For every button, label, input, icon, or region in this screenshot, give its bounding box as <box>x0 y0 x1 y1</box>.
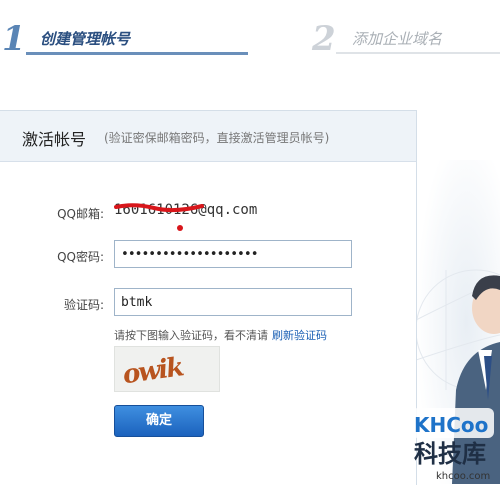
step-2: 2 添加企业域名 <box>310 19 500 59</box>
password-label: QQ密码: <box>57 250 104 264</box>
step-1: 1 创建管理帐号 <box>0 19 248 59</box>
captcha-image-text: owik <box>121 352 185 390</box>
panel-header: 激活帐号 (验证密保邮箱密码，直接激活管理员帐号) <box>0 111 416 162</box>
captcha-image: owik <box>114 346 220 392</box>
panel-subtitle: (验证密保邮箱密码，直接激活管理员帐号) <box>104 131 330 145</box>
step-1-underline <box>26 52 248 55</box>
site-watermark: KHCoo 科技库 khcoo.com <box>392 404 500 484</box>
panel-title: 激活帐号 <box>22 130 87 149</box>
email-label: QQ邮箱: <box>57 207 104 221</box>
watermark-logo-text: KHCoo <box>414 413 488 437</box>
redaction-scribble <box>114 199 204 231</box>
step-2-number: 2 <box>312 19 336 59</box>
activate-account-panel: 激活帐号 (验证密保邮箱密码，直接激活管理员帐号) QQ邮箱: 16016101… <box>0 110 417 485</box>
captcha-hint: 请按下图输入验证码，看不清请 刷新验证码 <box>114 327 327 343</box>
password-field[interactable] <box>114 240 352 268</box>
watermark-url: khcoo.com <box>436 471 490 482</box>
step-2-label: 添加企业域名 <box>352 30 443 48</box>
captcha-label: 验证码: <box>63 298 104 312</box>
step-1-number: 1 <box>2 19 26 59</box>
refresh-captcha-link[interactable]: 刷新验证码 <box>272 329 327 342</box>
captcha-input[interactable] <box>114 288 352 316</box>
confirm-button[interactable]: 确定 <box>114 405 204 437</box>
khcoo-logo: KHCoo 科技库 khcoo.com <box>412 408 494 482</box>
step-1-label: 创建管理帐号 <box>40 30 131 48</box>
watermark-name: 科技库 <box>414 440 486 468</box>
steps-header: 1 创建管理帐号 2 添加企业域名 <box>0 0 500 66</box>
step-2-underline <box>336 52 500 54</box>
captcha-hint-text: 请按下图输入验证码，看不清请 <box>114 329 268 342</box>
